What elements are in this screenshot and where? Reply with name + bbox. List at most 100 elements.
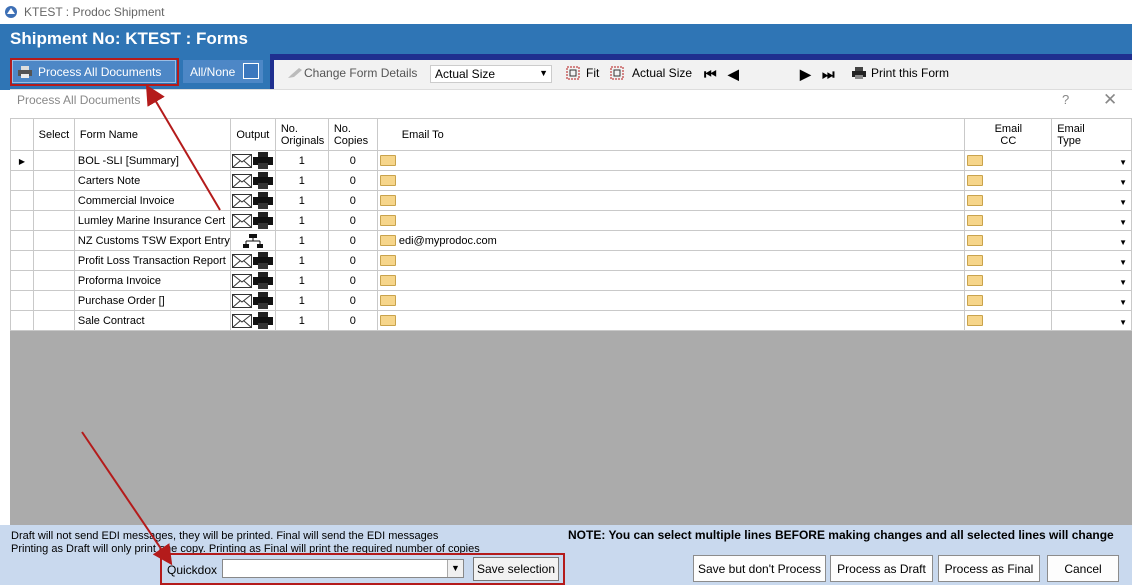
- email-cc-cell[interactable]: [964, 290, 1053, 311]
- originals-cell[interactable]: 1: [274, 250, 329, 271]
- folder-icon[interactable]: [379, 295, 396, 307]
- output-cell[interactable]: [229, 310, 276, 331]
- chevron-down-icon[interactable]: ▼: [1119, 318, 1127, 327]
- output-cell[interactable]: [229, 190, 276, 211]
- form-name-cell[interactable]: Sale Contract: [73, 310, 231, 331]
- row-select-cell[interactable]: [32, 310, 75, 331]
- form-name-cell[interactable]: Carters Note: [73, 170, 231, 191]
- form-name-cell[interactable]: Commercial Invoice: [73, 190, 231, 211]
- email-to-cell[interactable]: [376, 210, 966, 231]
- email-type-cell[interactable]: ▼: [1051, 150, 1132, 171]
- row-select-cell[interactable]: [32, 250, 75, 271]
- form-name-cell[interactable]: Profit Loss Transaction Report: [73, 250, 231, 271]
- folder-icon[interactable]: [379, 255, 396, 267]
- row-select-cell[interactable]: [32, 270, 75, 291]
- table-row[interactable]: Carters Note 1 0 ▼: [10, 170, 1132, 191]
- output-cell[interactable]: [229, 210, 276, 231]
- email-cc-cell[interactable]: [964, 270, 1053, 291]
- table-row[interactable]: Profit Loss Transaction Report 1 0 ▼: [10, 250, 1132, 271]
- folder-icon[interactable]: [967, 195, 984, 207]
- row-indicator[interactable]: ▶: [10, 150, 34, 171]
- row-indicator[interactable]: [10, 190, 34, 211]
- output-cell[interactable]: [229, 290, 276, 311]
- email-type-cell[interactable]: ▼: [1051, 230, 1132, 251]
- chevron-down-icon[interactable]: ▼: [1119, 218, 1127, 227]
- row-select-cell[interactable]: [32, 190, 75, 211]
- email-cc-cell[interactable]: [964, 190, 1053, 211]
- actual-size-button[interactable]: Actual Size: [610, 66, 692, 80]
- email-cc-cell[interactable]: [964, 250, 1053, 271]
- email-type-cell[interactable]: ▼: [1051, 170, 1132, 191]
- copies-cell[interactable]: 0: [327, 270, 378, 291]
- output-cell[interactable]: [229, 170, 276, 191]
- table-row[interactable]: Commercial Invoice 1 0 ▼: [10, 190, 1132, 211]
- output-cell[interactable]: [229, 270, 276, 291]
- output-cell[interactable]: [229, 150, 276, 171]
- previous-page-icon[interactable]: ◀: [728, 66, 739, 83]
- chevron-down-icon[interactable]: ▼: [1119, 198, 1127, 207]
- folder-icon[interactable]: [379, 175, 396, 187]
- originals-cell[interactable]: 1: [274, 170, 329, 191]
- email-to-cell[interactable]: [376, 150, 966, 171]
- all-none-toggle[interactable]: All/None: [183, 60, 263, 83]
- folder-icon[interactable]: [967, 215, 984, 227]
- first-page-icon[interactable]: ⏮: [704, 66, 717, 83]
- chevron-down-icon[interactable]: ▼: [1119, 178, 1127, 187]
- email-cc-cell[interactable]: [964, 230, 1053, 251]
- form-name-cell[interactable]: Lumley Marine Insurance Cert: [73, 210, 231, 231]
- copies-cell[interactable]: 0: [327, 310, 378, 331]
- folder-icon[interactable]: [379, 275, 396, 287]
- column-no-copies[interactable]: No. Copies: [327, 118, 378, 151]
- process-final-button[interactable]: Process as Final: [938, 555, 1040, 582]
- table-row[interactable]: NZ Customs TSW Export Entry 1 0 edi@myprod…: [10, 230, 1132, 251]
- email-type-cell[interactable]: ▼: [1051, 210, 1132, 231]
- table-row[interactable]: Purchase Order [] 1 0 ▼: [10, 290, 1132, 311]
- originals-cell[interactable]: 1: [274, 230, 329, 251]
- copies-cell[interactable]: 0: [327, 170, 378, 191]
- output-cell[interactable]: [229, 250, 276, 271]
- email-to-cell[interactable]: edi@myprodoc.com: [376, 230, 966, 251]
- form-name-cell[interactable]: NZ Customs TSW Export Entry: [73, 230, 231, 251]
- copies-cell[interactable]: 0: [327, 210, 378, 231]
- column-select[interactable]: Select: [32, 118, 75, 151]
- folder-icon[interactable]: [967, 255, 984, 267]
- row-indicator[interactable]: [10, 210, 34, 231]
- save-no-process-button[interactable]: Save but don't Process: [693, 555, 826, 582]
- cancel-button[interactable]: Cancel: [1047, 555, 1119, 582]
- column-output[interactable]: Output: [229, 118, 276, 151]
- folder-icon[interactable]: [379, 155, 396, 167]
- originals-cell[interactable]: 1: [274, 150, 329, 171]
- folder-icon[interactable]: [967, 175, 984, 187]
- chevron-down-icon[interactable]: ▼: [1119, 298, 1127, 307]
- close-icon[interactable]: ✕: [1103, 90, 1117, 110]
- table-row[interactable]: Proforma Invoice 1 0 ▼: [10, 270, 1132, 291]
- originals-cell[interactable]: 1: [274, 210, 329, 231]
- row-indicator[interactable]: [10, 270, 34, 291]
- folder-icon[interactable]: [967, 235, 984, 247]
- email-cc-cell[interactable]: [964, 210, 1053, 231]
- row-select-cell[interactable]: [32, 150, 75, 171]
- email-to-cell[interactable]: [376, 190, 966, 211]
- row-indicator[interactable]: [10, 230, 34, 251]
- table-row[interactable]: Lumley Marine Insurance Cert 1 0 ▼: [10, 210, 1132, 231]
- copies-cell[interactable]: 0: [327, 150, 378, 171]
- column-email-to[interactable]: Email To: [376, 118, 966, 151]
- folder-icon[interactable]: [967, 155, 984, 167]
- email-to-cell[interactable]: [376, 290, 966, 311]
- folder-icon[interactable]: [379, 315, 396, 327]
- column-email-type[interactable]: Email Type: [1051, 118, 1132, 151]
- email-type-cell[interactable]: ▼: [1051, 290, 1132, 311]
- zoom-select[interactable]: Actual Size ▼: [430, 65, 552, 83]
- table-row[interactable]: ▶ BOL -SLI [Summary] 1 0 ▼: [10, 150, 1132, 171]
- folder-icon[interactable]: [379, 195, 396, 207]
- row-select-cell[interactable]: [32, 230, 75, 251]
- email-cc-cell[interactable]: [964, 170, 1053, 191]
- chevron-down-icon[interactable]: ▼: [1119, 258, 1127, 267]
- email-cc-cell[interactable]: [964, 310, 1053, 331]
- chevron-down-icon[interactable]: ▼: [1119, 158, 1127, 167]
- originals-cell[interactable]: 1: [274, 190, 329, 211]
- row-indicator[interactable]: [10, 290, 34, 311]
- email-type-cell[interactable]: ▼: [1051, 270, 1132, 291]
- folder-icon[interactable]: [967, 315, 984, 327]
- email-to-cell[interactable]: [376, 310, 966, 331]
